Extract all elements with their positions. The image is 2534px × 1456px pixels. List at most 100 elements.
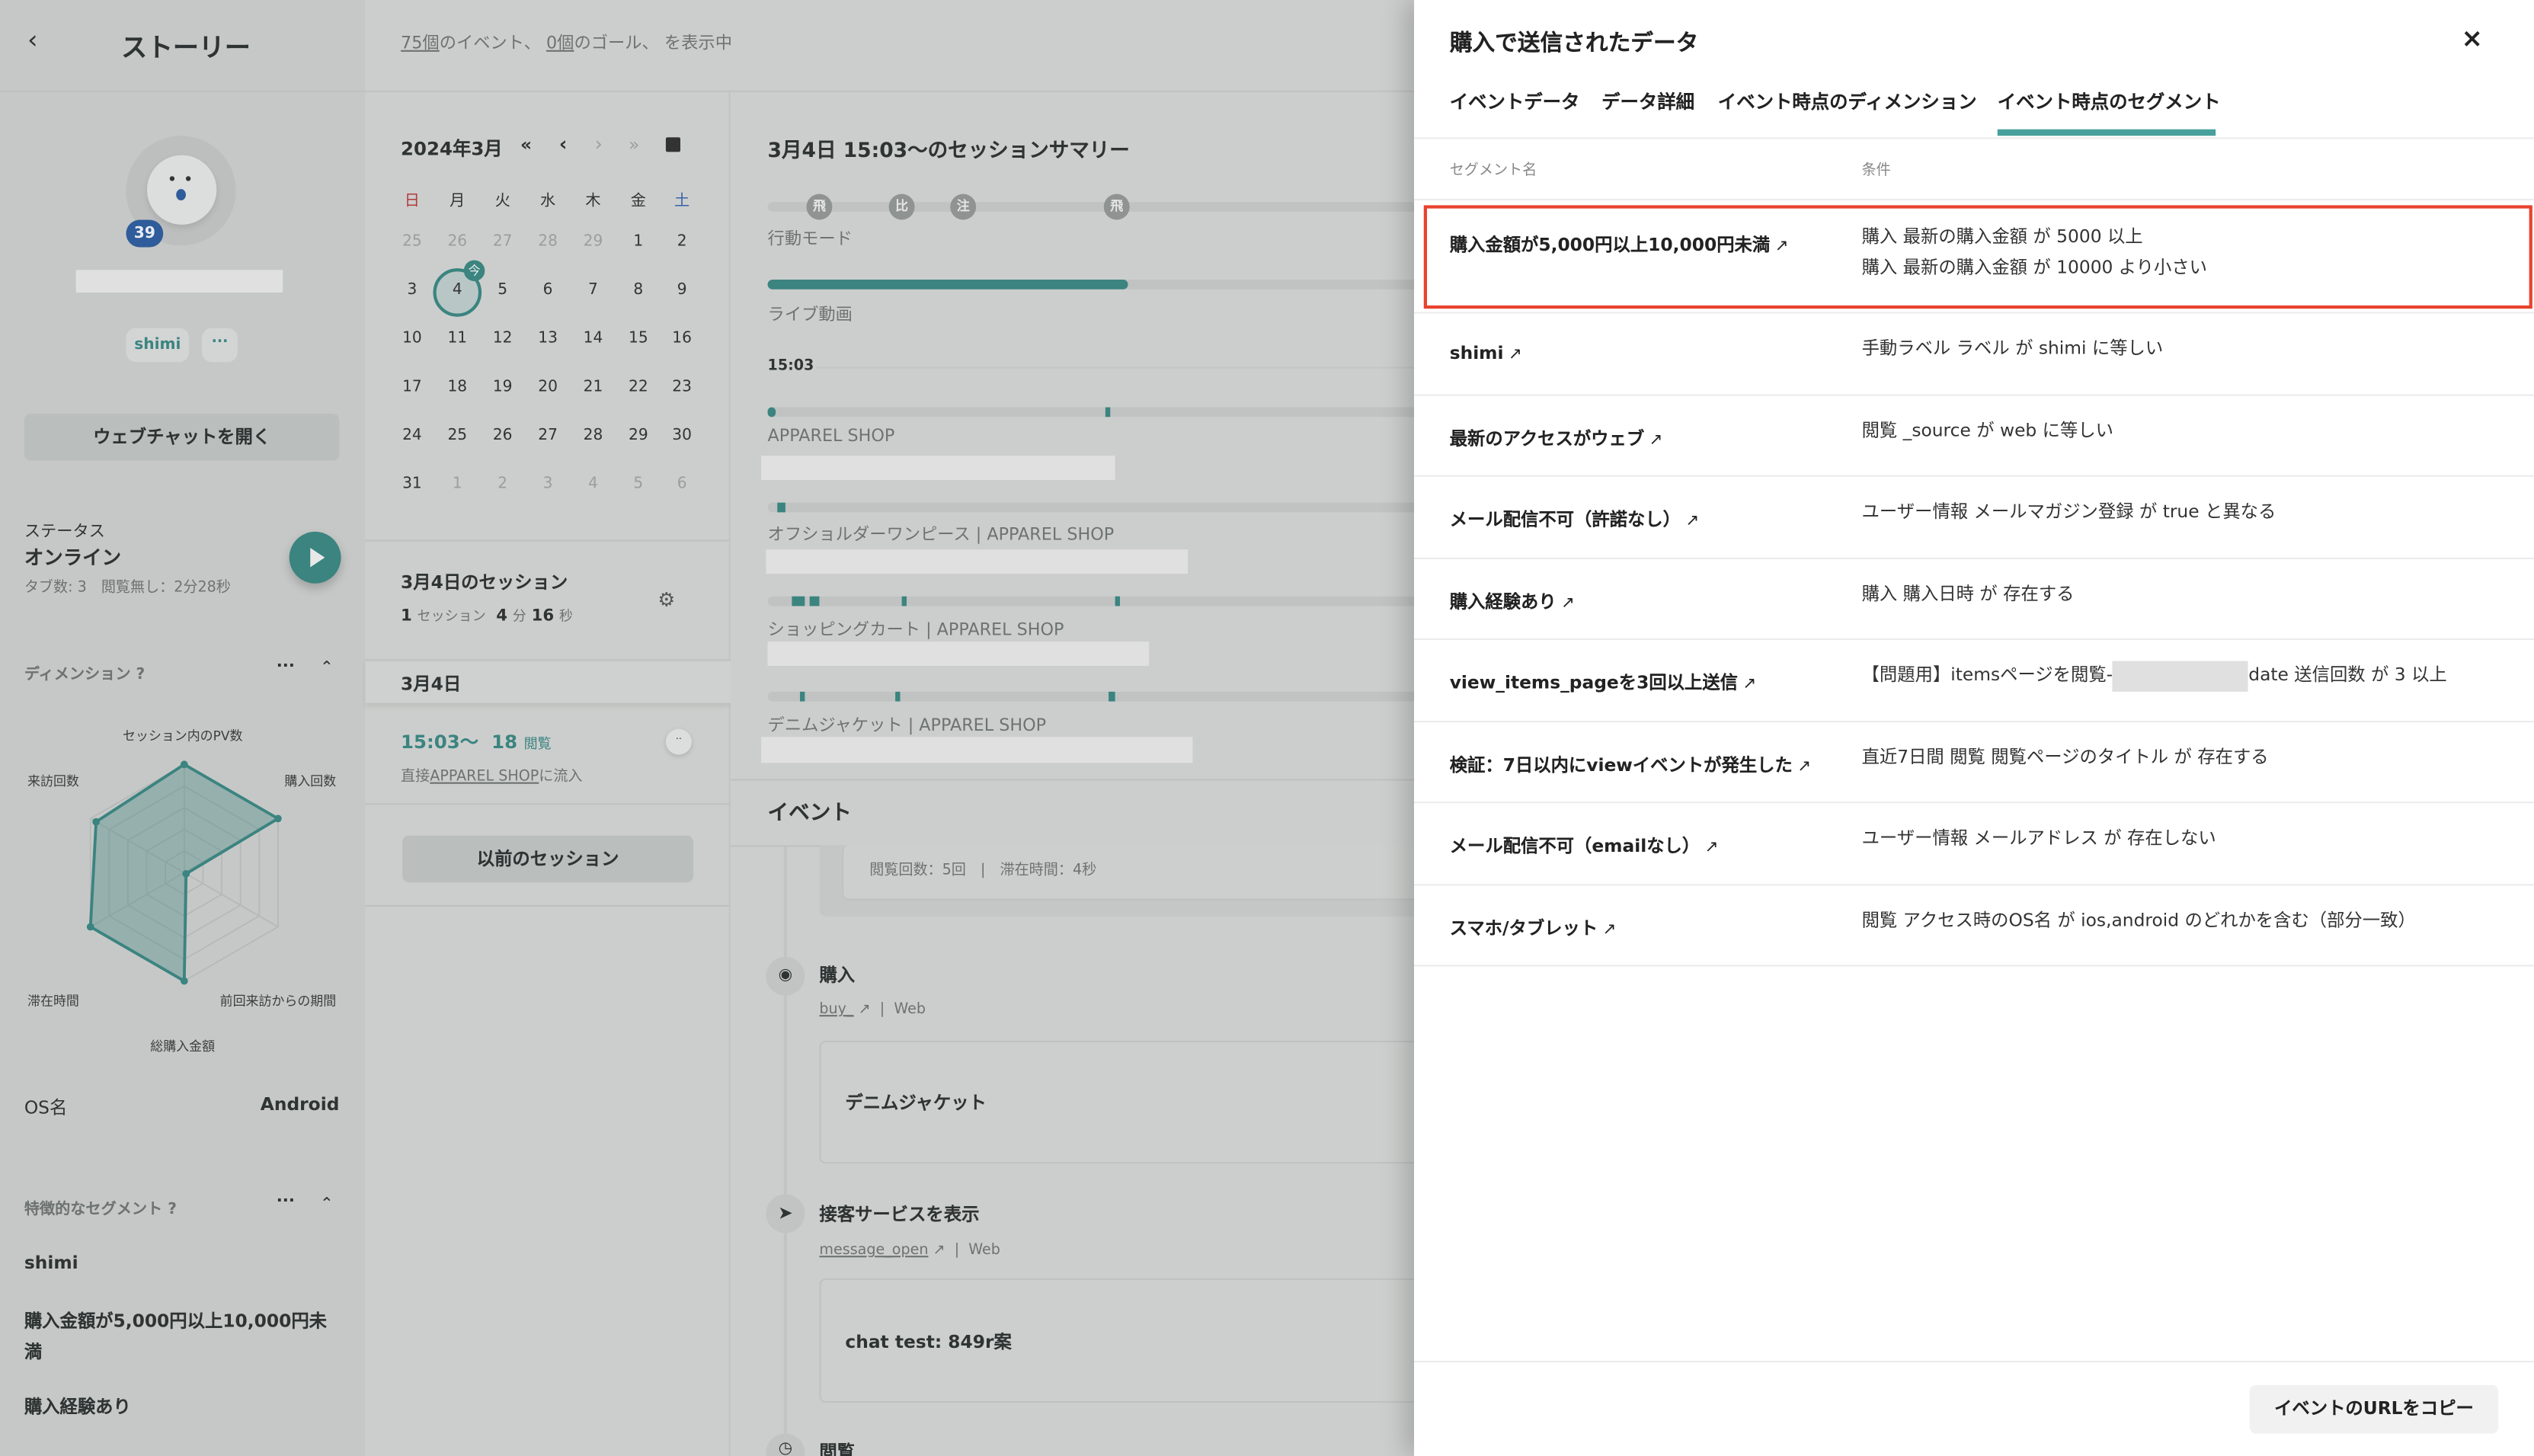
calendar-day[interactable]: 10 <box>392 330 431 347</box>
calendar-day[interactable]: 26 <box>438 232 477 250</box>
calendar-day[interactable]: 30 <box>663 427 702 444</box>
help-icon[interactable]: ? <box>136 666 146 683</box>
event-content-card[interactable]: chat test: 849r案 <box>819 1278 1434 1403</box>
external-link-icon[interactable]: ↗ <box>1509 346 1522 363</box>
calendar-day[interactable]: 24 <box>392 427 431 444</box>
segment-name[interactable]: shimi ↗ <box>1450 343 1522 364</box>
collapse-chevron-up-icon[interactable]: ⌃ <box>320 659 334 677</box>
calendar-day[interactable]: 28 <box>574 427 613 444</box>
calendar-day[interactable]: 23 <box>663 378 702 395</box>
calendar-day[interactable]: 25 <box>438 427 477 444</box>
close-icon[interactable]: × <box>2462 23 2483 53</box>
dimensions-more-button[interactable]: ··· <box>277 658 295 675</box>
calendar-day[interactable]: 9 <box>663 281 702 299</box>
event-link[interactable]: message_open <box>819 1243 928 1259</box>
calendar-day[interactable]: 2 <box>483 475 522 493</box>
open-webchat-button[interactable]: ウェブチャットを開く <box>24 414 340 461</box>
mode-icon-focus[interactable]: 注 <box>950 194 977 220</box>
calendar-day[interactable]: 15 <box>619 330 657 347</box>
calendar-day[interactable]: 18 <box>438 378 477 395</box>
calendar-day[interactable]: 29 <box>619 427 657 444</box>
segment-name[interactable]: 購入金額が5,000円以上10,000円未満 ↗ <box>1450 231 1789 257</box>
segment-item[interactable]: 購入金額が5,000円以上10,000円未満 <box>24 1306 340 1368</box>
prev-month-button[interactable]: ‹ <box>559 133 568 155</box>
radar-point[interactable] <box>180 977 188 985</box>
radar-point[interactable] <box>182 869 190 878</box>
calendar-day[interactable]: 14 <box>574 330 613 347</box>
external-link-icon[interactable]: ↗ <box>1561 594 1575 612</box>
calendar-day[interactable]: 3 <box>392 281 431 299</box>
event-content-card[interactable]: デニムジャケット <box>819 1041 1434 1164</box>
next-month-button[interactable]: › <box>595 133 603 155</box>
segments-more-button[interactable]: ··· <box>277 1192 295 1210</box>
calendar-day[interactable]: 29 <box>574 232 613 250</box>
calendar-day[interactable]: 3 <box>529 475 568 493</box>
radar-point[interactable] <box>86 923 94 931</box>
calendar-icon[interactable] <box>665 137 681 152</box>
calendar-day-today[interactable]: 4 <box>438 281 477 299</box>
segment-name[interactable]: メール配信不可（許諾なし） ↗ <box>1450 506 1699 532</box>
collapse-chevron-up-icon[interactable]: ⌃ <box>320 1196 334 1214</box>
calendar-day[interactable]: 6 <box>529 281 568 299</box>
play-replay-button[interactable] <box>289 531 341 584</box>
calendar-day[interactable]: 26 <box>483 427 522 444</box>
external-link-icon[interactable]: ↗ <box>1742 676 1756 693</box>
calendar-day[interactable]: 28 <box>529 232 568 250</box>
calendar-day[interactable]: 25 <box>392 232 431 250</box>
calendar-day[interactable]: 1 <box>619 232 657 250</box>
calendar-day[interactable]: 19 <box>483 378 522 395</box>
radar-point[interactable] <box>92 818 100 826</box>
radar-point[interactable] <box>180 760 188 769</box>
mode-icon-fly[interactable]: 飛 <box>1103 194 1130 220</box>
calendar-day[interactable]: 16 <box>663 330 702 347</box>
label-chip[interactable]: shimi <box>126 328 190 363</box>
session-item[interactable]: 15:03〜 18 閲覧 <box>401 729 552 755</box>
calendar-day[interactable]: 12 <box>483 330 522 347</box>
next-year-button[interactable]: » <box>629 134 639 155</box>
calendar-day[interactable]: 31 <box>392 475 431 493</box>
tab-data-detail[interactable]: データ詳細 <box>1601 89 1694 115</box>
segment-item[interactable]: shimi <box>24 1253 78 1274</box>
external-link-icon[interactable]: ↗ <box>1603 920 1617 938</box>
calendar-day[interactable]: 21 <box>574 378 613 395</box>
previous-sessions-button[interactable]: 以前のセッション <box>402 835 693 883</box>
tab-dimensions[interactable]: イベント時点のディメンション <box>1718 89 1977 115</box>
goals-count-link[interactable]: 0個 <box>546 34 574 53</box>
calendar-day[interactable]: 20 <box>529 378 568 395</box>
segment-name[interactable]: スマホ/タブレット ↗ <box>1450 914 1617 940</box>
segment-item[interactable]: 購入経験あり <box>24 1393 131 1419</box>
calendar-day[interactable]: 11 <box>438 330 477 347</box>
external-link-icon[interactable]: ↗ <box>1797 757 1811 775</box>
external-link-icon[interactable]: ↗ <box>933 1243 945 1259</box>
segment-name[interactable]: 検証：7日以内にviewイベントが発生した ↗ <box>1450 750 1811 776</box>
calendar-day[interactable]: 13 <box>529 330 568 347</box>
copy-event-url-button[interactable]: イベントのURLをコピー <box>2249 1384 2499 1434</box>
calendar-day[interactable]: 6 <box>663 475 702 493</box>
event-link[interactable]: buy_ <box>819 1002 853 1018</box>
calendar-day[interactable]: 1 <box>438 475 477 493</box>
external-link-icon[interactable]: ↗ <box>1705 839 1719 856</box>
radar-point[interactable] <box>274 814 282 823</box>
segment-name[interactable]: 購入経験あり ↗ <box>1450 587 1575 613</box>
mode-icon-compare[interactable]: 比 <box>888 194 915 220</box>
calendar-day[interactable]: 27 <box>529 427 568 444</box>
calendar-day[interactable]: 8 <box>619 281 657 299</box>
calendar-day[interactable]: 7 <box>574 281 613 299</box>
calendar-day[interactable]: 2 <box>663 232 702 250</box>
calendar-day[interactable]: 17 <box>392 378 431 395</box>
tab-segments[interactable]: イベント時点のセグメント <box>1998 89 2221 115</box>
prev-year-button[interactable]: « <box>520 134 532 155</box>
tab-event-data[interactable]: イベントデータ <box>1450 89 1580 115</box>
help-icon[interactable]: ? <box>168 1201 177 1218</box>
live-video-progress[interactable] <box>767 279 1447 290</box>
mode-icon-fly[interactable]: 飛 <box>806 194 833 220</box>
segment-name[interactable]: 最新のアクセスがウェブ ↗ <box>1450 424 1663 450</box>
external-link-icon[interactable]: ↗ <box>859 1002 871 1018</box>
session-settings-gear-icon[interactable]: ⚙ <box>657 588 675 611</box>
more-chip-button[interactable]: ··· <box>202 328 238 363</box>
external-link-icon[interactable]: ↗ <box>1649 430 1663 448</box>
external-link-icon[interactable]: ↗ <box>1685 512 1699 530</box>
segment-name[interactable]: view_items_pageを3回以上送信 ↗ <box>1450 669 1756 695</box>
calendar-day[interactable]: 4 <box>574 475 613 493</box>
calendar-day[interactable]: 5 <box>619 475 657 493</box>
